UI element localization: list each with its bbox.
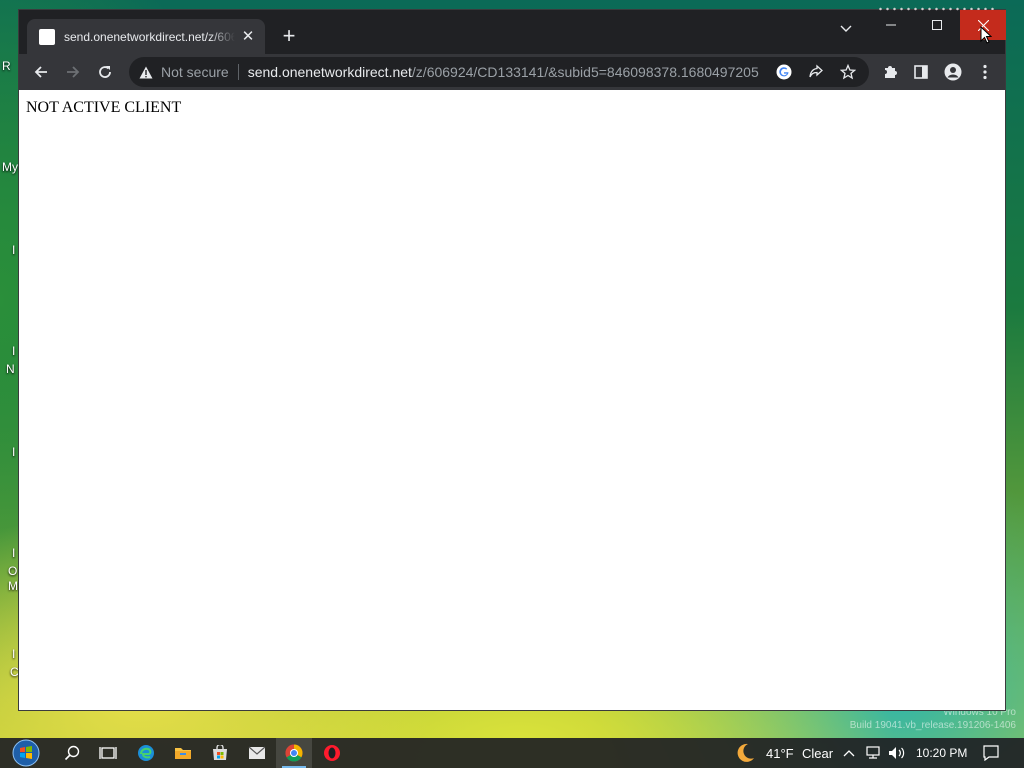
favicon-icon: [39, 28, 55, 45]
file-explorer-icon: [175, 748, 191, 759]
back-button[interactable]: [27, 58, 55, 86]
desktop-icon-label[interactable]: R: [2, 59, 11, 73]
search-icon: [64, 745, 80, 761]
page-content: NOT ACTIVE CLIENT: [19, 90, 1005, 710]
mail-button[interactable]: [239, 738, 275, 768]
extensions-button[interactable]: [876, 58, 904, 86]
divider: [237, 64, 239, 80]
new-tab-button[interactable]: +: [277, 25, 301, 49]
back-icon: [34, 66, 47, 78]
maximize-button[interactable]: [914, 10, 960, 40]
desktop-icon-label[interactable]: M: [8, 579, 18, 593]
edge-button[interactable]: [128, 738, 164, 768]
share-button[interactable]: [805, 62, 827, 82]
start-button[interactable]: [8, 738, 44, 768]
url-path[interactable]: /z/606924/CD133141/&subid5=846098378.168…: [412, 64, 759, 80]
volume-button[interactable]: [886, 738, 908, 768]
watermark-line: Build 19041.vb_release.191206-1406: [849, 720, 1016, 731]
task-view-icon: [99, 747, 117, 759]
store-button[interactable]: [202, 738, 238, 768]
desktop-icon-label[interactable]: My: [2, 160, 18, 174]
desktop-icon-label[interactable]: I: [12, 647, 15, 661]
browser-toolbar: Not secure send.onenetworkdirect.net /z/…: [19, 54, 1005, 90]
menu-button[interactable]: [971, 58, 999, 86]
chevron-up-icon: [843, 750, 855, 757]
star-icon: [840, 64, 856, 80]
weather-widget-icon[interactable]: [730, 738, 760, 768]
page-body-text: NOT ACTIVE CLIENT: [26, 99, 182, 116]
show-hidden-icons-button[interactable]: [838, 738, 860, 768]
tab-search-button[interactable]: [833, 18, 859, 40]
minimize-icon: [886, 24, 896, 26]
side-panel-icon: [914, 65, 928, 79]
extensions-icon: [885, 66, 897, 78]
opera-button[interactable]: [314, 738, 350, 768]
desktop-icon-label[interactable]: N: [6, 362, 15, 376]
side-panel-button[interactable]: [907, 58, 935, 86]
file-explorer-button[interactable]: [165, 738, 201, 768]
chrome-icon: [285, 744, 303, 762]
menu-icon: [983, 64, 987, 80]
weather-temp[interactable]: 41°F: [766, 746, 794, 761]
tab-close-button[interactable]: ✕: [239, 28, 257, 46]
google-lens-button[interactable]: [773, 62, 795, 82]
notification-icon: [983, 745, 999, 761]
desktop-icon-label[interactable]: I: [12, 445, 15, 459]
share-icon: [809, 64, 823, 78]
edge-icon: [138, 745, 154, 761]
network-icon: [866, 746, 880, 759]
reload-icon: [99, 66, 111, 78]
start-icon: [12, 739, 40, 767]
desktop-icon-label[interactable]: I: [12, 344, 15, 358]
forward-button[interactable]: [59, 58, 87, 86]
task-view-button[interactable]: [90, 738, 126, 768]
taskbar: 41°F Clear 10:20 PM: [0, 738, 1024, 768]
url-host[interactable]: send.onenetworkdirect.net: [248, 64, 412, 80]
search-button[interactable]: [54, 738, 90, 768]
bookmark-button[interactable]: [837, 62, 859, 82]
address-bar[interactable]: Not secure send.onenetworkdirect.net /z/…: [129, 57, 869, 87]
mouse-cursor-icon: [980, 26, 992, 44]
moon-icon: [737, 743, 754, 762]
browser-tab[interactable]: send.onenetworkdirect.net/z/606924/CD133…: [27, 19, 265, 54]
desktop-icon-label[interactable]: O: [8, 564, 17, 578]
profile-icon: [944, 63, 962, 81]
minimize-button[interactable]: [868, 10, 914, 40]
security-label[interactable]: Not secure: [161, 64, 229, 80]
desktop-icon-label[interactable]: I: [12, 546, 15, 560]
weather-desc[interactable]: Clear: [802, 746, 833, 761]
chrome-taskbar-button[interactable]: [276, 738, 312, 768]
clock[interactable]: 10:20 PM: [916, 746, 967, 760]
maximize-icon: [932, 20, 942, 30]
google-icon: [776, 64, 792, 80]
warning-icon: [139, 66, 153, 78]
reload-button[interactable]: [91, 58, 119, 86]
forward-icon: [67, 66, 80, 78]
opera-icon: [324, 745, 340, 761]
notification-button[interactable]: [976, 738, 1006, 768]
volume-icon: [889, 747, 905, 759]
mail-icon: [248, 746, 266, 759]
title-bar[interactable]: send.onenetworkdirect.net/z/606924/CD133…: [19, 7, 1006, 54]
browser-window: send.onenetworkdirect.net/z/606924/CD133…: [18, 7, 1006, 711]
network-button[interactable]: [862, 738, 884, 768]
tab-title: send.onenetworkdirect.net/z/606924/CD133…: [64, 29, 235, 44]
desktop-icon-label[interactable]: I: [12, 243, 15, 257]
store-icon: [213, 745, 227, 760]
tab-search-icon: [840, 25, 852, 32]
profile-button[interactable]: [939, 58, 967, 86]
